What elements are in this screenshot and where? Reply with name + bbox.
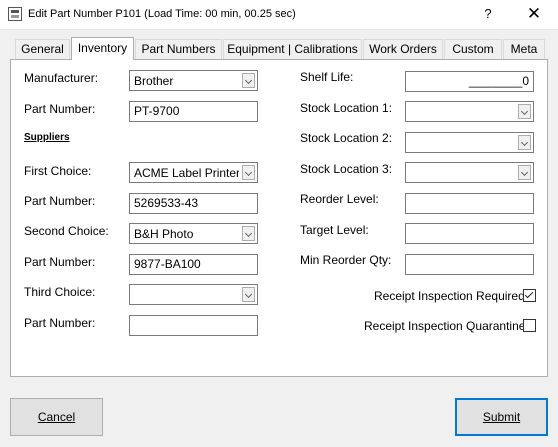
min-reorder-qty-field[interactable] xyxy=(405,254,534,275)
checkmark-icon xyxy=(524,289,534,299)
first-part-number-label: Part Number: xyxy=(24,194,96,208)
suppliers-heading: Suppliers xyxy=(24,132,70,143)
shelf-life-label: Shelf Life: xyxy=(300,70,354,84)
chevron-down-icon xyxy=(244,168,253,177)
third-choice-dropdown-button[interactable] xyxy=(242,287,255,302)
third-choice-label: Third Choice: xyxy=(24,285,96,299)
first-part-number-field[interactable]: 5269533-43 xyxy=(129,193,258,214)
shelf-life-field[interactable]: ________0 xyxy=(405,71,534,92)
tab-general[interactable]: General xyxy=(15,39,70,59)
close-button[interactable]: ✕ xyxy=(525,4,543,24)
tab-part-numbers[interactable]: Part Numbers xyxy=(135,39,222,59)
reorder-level-label: Reorder Level: xyxy=(300,192,379,206)
second-part-number-label: Part Number: xyxy=(24,255,96,269)
submit-button-label: Submit xyxy=(482,410,521,424)
receipt-inspection-quarantine-checkbox[interactable] xyxy=(523,319,536,332)
title-bar: Edit Part Number P101 (Load Time: 00 min… xyxy=(0,0,558,30)
window-title: Edit Part Number P101 (Load Time: 00 min… xyxy=(28,8,296,20)
tab-inventory[interactable]: Inventory xyxy=(71,37,134,60)
third-choice-select[interactable] xyxy=(129,284,258,305)
target-level-field[interactable] xyxy=(405,223,534,244)
cancel-button[interactable]: Cancel xyxy=(10,398,103,436)
stock-location-2-select[interactable] xyxy=(405,132,534,153)
tab-equipment-calibrations[interactable]: Equipment | Calibrations xyxy=(223,39,362,59)
stock-location-1-dropdown-button[interactable] xyxy=(518,104,531,119)
manufacturer-value: Brother xyxy=(134,74,174,88)
receipt-inspection-required-checkbox[interactable] xyxy=(523,289,536,302)
first-choice-label: First Choice: xyxy=(24,164,92,178)
chevron-down-icon xyxy=(520,138,529,147)
help-button[interactable]: ? xyxy=(480,6,496,21)
submit-button[interactable]: Submit xyxy=(455,398,548,436)
chevron-down-icon xyxy=(520,107,529,116)
chevron-down-icon xyxy=(244,229,253,238)
first-choice-dropdown-button[interactable] xyxy=(242,165,255,180)
stock-location-1-select[interactable] xyxy=(405,101,534,122)
third-part-number-label: Part Number: xyxy=(24,316,96,330)
part-number-field[interactable]: PT-9700 xyxy=(129,101,258,122)
chevron-down-icon xyxy=(244,290,253,299)
second-choice-dropdown-button[interactable] xyxy=(242,226,255,241)
target-level-label: Target Level: xyxy=(300,223,369,237)
second-choice-select[interactable]: B&H Photo xyxy=(129,223,258,244)
part-number-label: Part Number: xyxy=(24,102,96,116)
second-choice-value: B&H Photo xyxy=(134,227,194,241)
manufacturer-label: Manufacturer: xyxy=(24,71,99,85)
tab-meta[interactable]: Meta xyxy=(503,39,545,59)
receipt-inspection-required-label: Receipt Inspection Required xyxy=(374,289,525,303)
second-part-number-field[interactable]: 9877-BA100 xyxy=(129,254,258,275)
chevron-down-icon xyxy=(520,168,529,177)
manufacturer-select[interactable]: Brother xyxy=(129,70,258,91)
stock-location-2-label: Stock Location 2: xyxy=(300,131,393,145)
stock-location-1-label: Stock Location 1: xyxy=(300,101,393,115)
reorder-level-field[interactable] xyxy=(405,193,534,214)
tab-custom[interactable]: Custom xyxy=(444,39,502,59)
tab-work-orders[interactable]: Work Orders xyxy=(363,39,443,59)
stock-location-3-dropdown-button[interactable] xyxy=(518,165,531,180)
first-choice-value: ACME Label Printers xyxy=(134,166,239,180)
third-part-number-field[interactable] xyxy=(129,315,258,336)
cancel-button-label: Cancel xyxy=(37,410,76,424)
receipt-inspection-quarantine-label: Receipt Inspection Quarantine xyxy=(364,319,526,333)
stock-location-3-label: Stock Location 3: xyxy=(300,162,393,176)
min-reorder-qty-label: Min Reorder Qty: xyxy=(300,253,392,267)
stock-location-2-dropdown-button[interactable] xyxy=(518,135,531,150)
second-choice-label: Second Choice: xyxy=(24,224,109,238)
stock-location-3-select[interactable] xyxy=(405,162,534,183)
chevron-down-icon xyxy=(244,76,253,85)
app-form-icon xyxy=(8,7,22,21)
first-choice-select[interactable]: ACME Label Printers xyxy=(129,162,258,183)
manufacturer-dropdown-button[interactable] xyxy=(242,73,255,88)
